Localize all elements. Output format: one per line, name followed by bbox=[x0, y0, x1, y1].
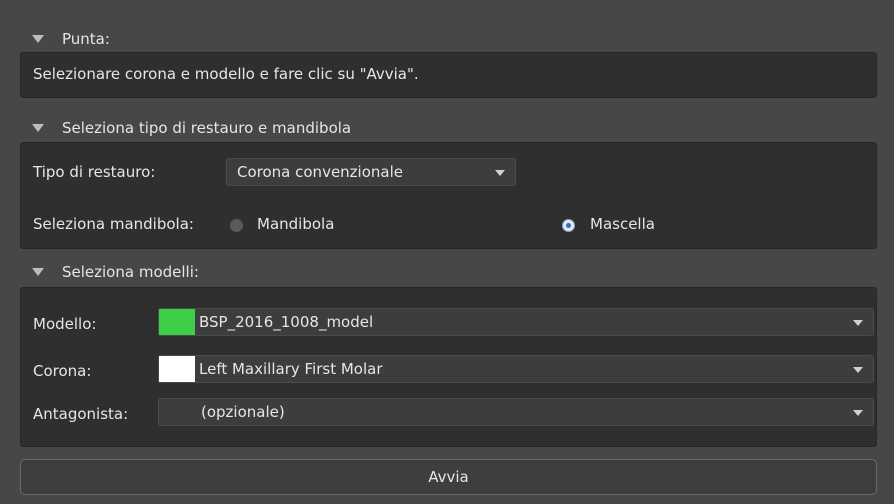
crown-value: Left Maxillary First Molar bbox=[199, 360, 383, 378]
restoration-type-dropdown[interactable]: Corona convenzionale bbox=[226, 158, 516, 186]
model-dropdown[interactable]: BSP_2016_1008_model bbox=[158, 308, 874, 336]
models-section-header[interactable]: Seleziona modelli: bbox=[20, 261, 199, 283]
restoration-section-header[interactable]: Seleziona tipo di restauro e mandibola bbox=[20, 117, 351, 139]
restoration-type-value: Corona convenzionale bbox=[237, 163, 403, 181]
model-color-swatch bbox=[159, 309, 195, 335]
antagonist-value: (opzionale) bbox=[201, 403, 285, 421]
models-section-title: Seleziona modelli: bbox=[62, 263, 199, 281]
radio-mascella-label[interactable]: Mascella bbox=[590, 215, 655, 233]
model-value: BSP_2016_1008_model bbox=[199, 313, 374, 331]
chevron-down-icon bbox=[495, 170, 505, 176]
radio-mandibola-label[interactable]: Mandibola bbox=[257, 215, 334, 233]
restoration-type-label: Tipo di restauro: bbox=[33, 163, 156, 181]
restoration-panel: Tipo di restauro: Corona convenzionale S… bbox=[20, 142, 877, 249]
collapse-triangle-icon bbox=[32, 268, 44, 276]
models-panel: Modello: BSP_2016_1008_model Corona: Lef… bbox=[20, 287, 877, 447]
crown-color-swatch bbox=[159, 356, 195, 382]
crown-label: Corona: bbox=[33, 362, 92, 380]
restoration-section-title: Seleziona tipo di restauro e mandibola bbox=[62, 119, 352, 137]
tip-text: Selezionare corona e modello e fare clic… bbox=[33, 65, 419, 83]
start-button[interactable]: Avvia bbox=[20, 459, 877, 495]
tip-section-header[interactable]: Punta: bbox=[20, 28, 110, 50]
antagonist-label: Antagonista: bbox=[33, 405, 129, 423]
radio-mandibola[interactable] bbox=[230, 219, 243, 232]
chevron-down-icon bbox=[853, 367, 863, 373]
collapse-triangle-icon bbox=[32, 124, 44, 132]
tip-section-title: Punta: bbox=[62, 30, 110, 48]
collapse-triangle-icon bbox=[32, 35, 44, 43]
crown-dropdown[interactable]: Left Maxillary First Molar bbox=[158, 355, 874, 383]
chevron-down-icon bbox=[853, 410, 863, 416]
tip-panel: Selezionare corona e modello e fare clic… bbox=[20, 52, 877, 98]
jaw-label: Seleziona mandibola: bbox=[33, 215, 194, 233]
chevron-down-icon bbox=[853, 320, 863, 326]
radio-mascella[interactable] bbox=[562, 219, 575, 232]
antagonist-dropdown[interactable]: (opzionale) bbox=[158, 398, 874, 426]
model-label: Modello: bbox=[33, 315, 97, 333]
